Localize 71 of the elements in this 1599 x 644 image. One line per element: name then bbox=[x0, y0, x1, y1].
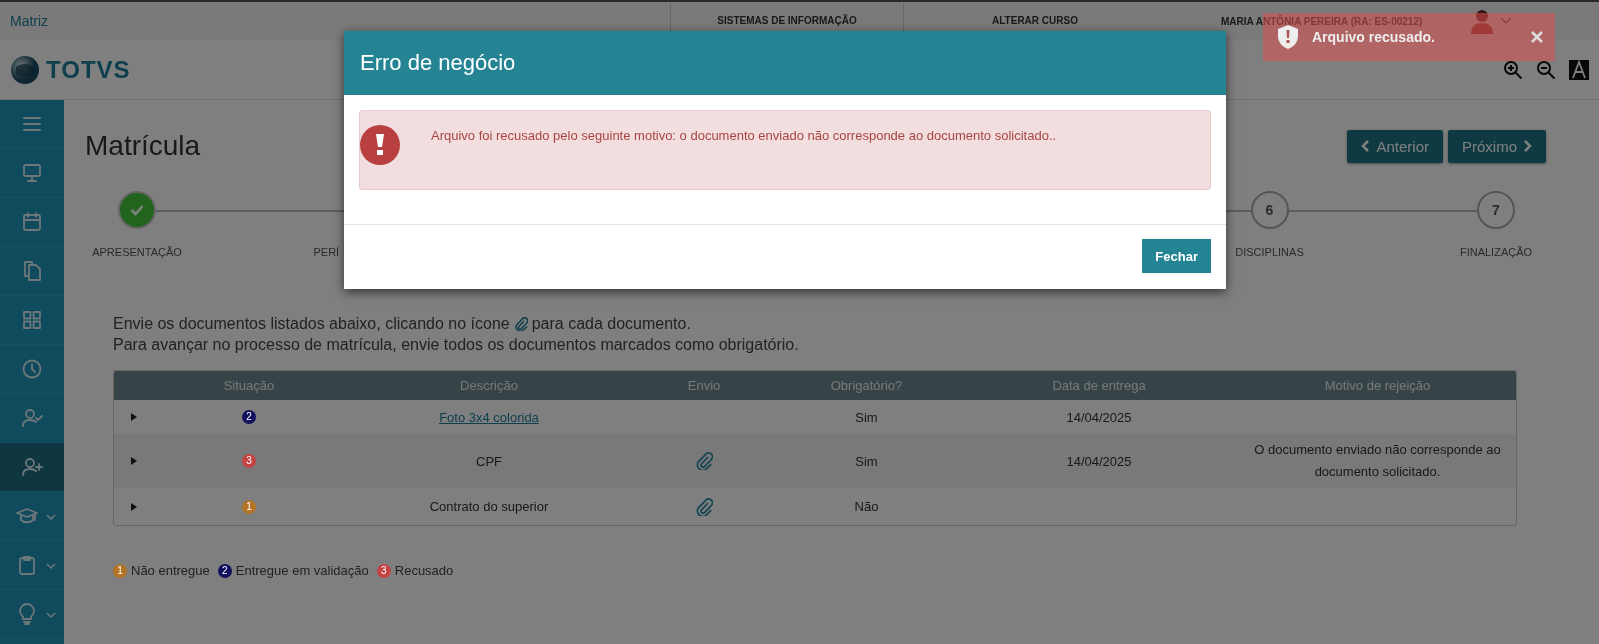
column-header: Motivo de rejeição bbox=[1323, 378, 1432, 393]
column-header: Obrigatório? bbox=[829, 378, 904, 393]
table-cell: Contrato do superior bbox=[429, 499, 549, 514]
step-label: FINALIZAÇÃO bbox=[1459, 246, 1533, 258]
instruction-text: Envie os documentos listados abaixo, clicando no ícone bbox=[113, 314, 510, 334]
toast-message: Arquivo recusado. bbox=[1312, 29, 1435, 45]
legend-badge: 3 bbox=[376, 563, 391, 578]
table-cell-text: O documento enviado não corresponde ao documento solicitado. bbox=[1253, 441, 1502, 481]
table-cell: Sim bbox=[855, 453, 878, 469]
chevron-left-icon bbox=[1361, 140, 1371, 152]
exclamation-icon bbox=[360, 125, 400, 165]
expand-caret-icon[interactable] bbox=[131, 502, 137, 511]
step-circle: 7 bbox=[1477, 191, 1515, 229]
chevron-right-icon bbox=[1523, 140, 1532, 152]
instruction-text: para cada documento. bbox=[531, 314, 691, 334]
legend-label: Não entregue bbox=[131, 563, 210, 578]
paperclip-icon bbox=[513, 316, 528, 331]
status-badge: 3 bbox=[242, 454, 256, 468]
table-cell: CPF bbox=[476, 453, 502, 469]
page-title: Matrícula bbox=[85, 130, 201, 162]
monitor-icon bbox=[21, 162, 43, 184]
previous-button[interactable]: Anterior bbox=[1347, 129, 1443, 163]
status-badge: 2 bbox=[242, 410, 256, 424]
instruction-text: Para avançar no processo de matrícula, envie todos os documentos marcados como obrigatório. bbox=[113, 335, 800, 355]
table-cell: 14/04/2025 bbox=[1066, 453, 1132, 469]
calendar-icon bbox=[21, 211, 43, 233]
column-header: Situação bbox=[222, 378, 276, 393]
paperclip-icon[interactable] bbox=[695, 497, 713, 516]
user-check-icon bbox=[21, 407, 43, 429]
expand-caret-icon[interactable] bbox=[131, 457, 137, 465]
column-header: Descrição bbox=[459, 378, 519, 393]
chevron-down-icon bbox=[46, 514, 56, 520]
error-message: Arquivo foi recusado pelo seguinte motivo: o documento enviado não corresponde ao documento solicitado.. bbox=[431, 128, 1057, 143]
status-badge: 1 bbox=[242, 499, 256, 514]
next-button[interactable]: Próximo bbox=[1448, 129, 1546, 163]
home-link[interactable]: Matriz bbox=[0, 13, 670, 29]
table-cell: Sim bbox=[855, 409, 878, 425]
paperclip-icon[interactable] bbox=[695, 452, 713, 470]
lightbulb-icon bbox=[16, 603, 38, 625]
zoom-in-icon[interactable] bbox=[1503, 59, 1523, 80]
contrast-icon[interactable] bbox=[1569, 59, 1589, 80]
clipboard-icon bbox=[16, 554, 38, 576]
zoom-out-icon[interactable] bbox=[1536, 59, 1556, 80]
user-plus-icon bbox=[21, 456, 43, 478]
table-cell: Não bbox=[854, 499, 879, 514]
caret-down-icon[interactable] bbox=[1500, 17, 1513, 25]
close-button[interactable]: Fechar bbox=[1142, 239, 1211, 273]
column-header: Data de entrega bbox=[1051, 378, 1147, 393]
legend-badge: 2 bbox=[217, 563, 232, 578]
column-header: Envio bbox=[686, 378, 722, 393]
grid-icon bbox=[21, 309, 43, 331]
step-label: APRESENTAÇÃO bbox=[92, 246, 182, 258]
step-label: DISCIPLINAS bbox=[1235, 246, 1304, 258]
documents-icon bbox=[21, 260, 43, 282]
avatar-icon[interactable] bbox=[1470, 8, 1495, 34]
chevron-down-icon bbox=[46, 612, 56, 618]
table-cell: 14/04/2025 bbox=[1066, 409, 1132, 425]
dialog-title: Erro de negócio bbox=[344, 31, 1226, 95]
legend-label: Recusado bbox=[394, 563, 454, 578]
document-link[interactable]: Foto 3x4 colorida bbox=[439, 409, 539, 425]
check-icon bbox=[130, 204, 144, 216]
logo-icon bbox=[10, 54, 40, 85]
legend-badge: 1 bbox=[113, 563, 127, 578]
chevron-down-icon bbox=[46, 563, 56, 569]
legend-label: Entregue em validação bbox=[235, 563, 369, 578]
sidebar-item[interactable] bbox=[0, 443, 64, 492]
step-circle: 6 bbox=[1250, 191, 1289, 229]
clock-icon bbox=[21, 358, 43, 380]
step-label: PERÍ bbox=[313, 246, 340, 258]
logo-text: TOTVS bbox=[46, 55, 131, 84]
expand-caret-icon[interactable] bbox=[131, 413, 137, 421]
